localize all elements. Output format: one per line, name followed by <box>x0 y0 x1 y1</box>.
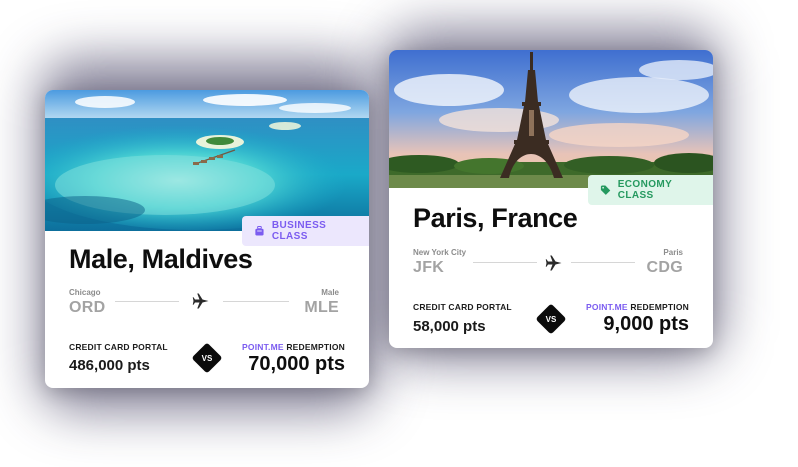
route-line-right <box>223 301 289 302</box>
vs-label: VS <box>545 315 557 324</box>
vs-label: VS <box>201 354 213 363</box>
destination-city-small: Paris <box>663 248 683 257</box>
destination: Male MLE <box>291 288 339 317</box>
brand-name: POINT.ME <box>242 342 284 352</box>
origin: Chicago ORD <box>69 288 105 317</box>
destination: Paris CDG <box>635 248 683 277</box>
destination-city: Male, Maldives <box>69 244 253 274</box>
origin: New York City JFK <box>413 248 466 277</box>
flight-card-paris[interactable]: ECONOMY CLASS Paris, France New York Cit… <box>389 50 713 348</box>
badge-label: BUSINESS CLASS <box>271 220 327 242</box>
route-line-left <box>115 301 179 302</box>
economy-class-badge: ECONOMY CLASS <box>588 175 713 205</box>
portal-label: CREDIT CARD PORTAL <box>69 342 168 352</box>
badge-label: ECONOMY CLASS <box>617 179 672 201</box>
business-class-badge: BUSINESS CLASS <box>242 216 369 246</box>
airplane-icon <box>545 255 562 271</box>
route-line-right <box>571 262 635 263</box>
paris-photo <box>389 50 713 188</box>
flight-card-maldives[interactable]: BUSINESS CLASS Male, Maldives Chicago OR… <box>45 90 369 388</box>
destination-code: MLE <box>304 299 339 316</box>
redemption-word: REDEMPTION <box>286 342 345 352</box>
portal-points: 58,000 pts <box>413 318 486 335</box>
origin-city: New York City <box>413 248 467 257</box>
route-line-left <box>473 262 537 263</box>
maldives-image <box>45 90 369 231</box>
redemption-points: 70,000 pts <box>248 353 345 375</box>
portal-points: 486,000 pts <box>69 357 150 374</box>
redemption-word: REDEMPTION <box>630 302 689 312</box>
suitcase-icon <box>255 225 264 236</box>
redemption-points: 9,000 pts <box>603 313 689 335</box>
tag-icon <box>600 185 611 195</box>
destination-city-small: Male <box>321 288 339 297</box>
paris-image <box>389 50 713 188</box>
portal-label: CREDIT CARD PORTAL <box>413 302 512 312</box>
origin-city: Chicago <box>69 288 101 297</box>
promo-scene: BUSINESS CLASS Male, Maldives Chicago OR… <box>0 0 798 467</box>
destination-city: Paris, France <box>413 203 578 233</box>
destination-code: CDG <box>646 259 683 276</box>
brand-name: POINT.ME <box>586 302 628 312</box>
origin-code: JFK <box>413 259 445 276</box>
maldives-photo <box>45 90 369 231</box>
origin-code: ORD <box>69 299 106 316</box>
redemption-label: POINT.ME REDEMPTION <box>585 302 689 312</box>
redemption-label: POINT.ME REDEMPTION <box>241 342 345 352</box>
airplane-icon <box>192 293 209 309</box>
